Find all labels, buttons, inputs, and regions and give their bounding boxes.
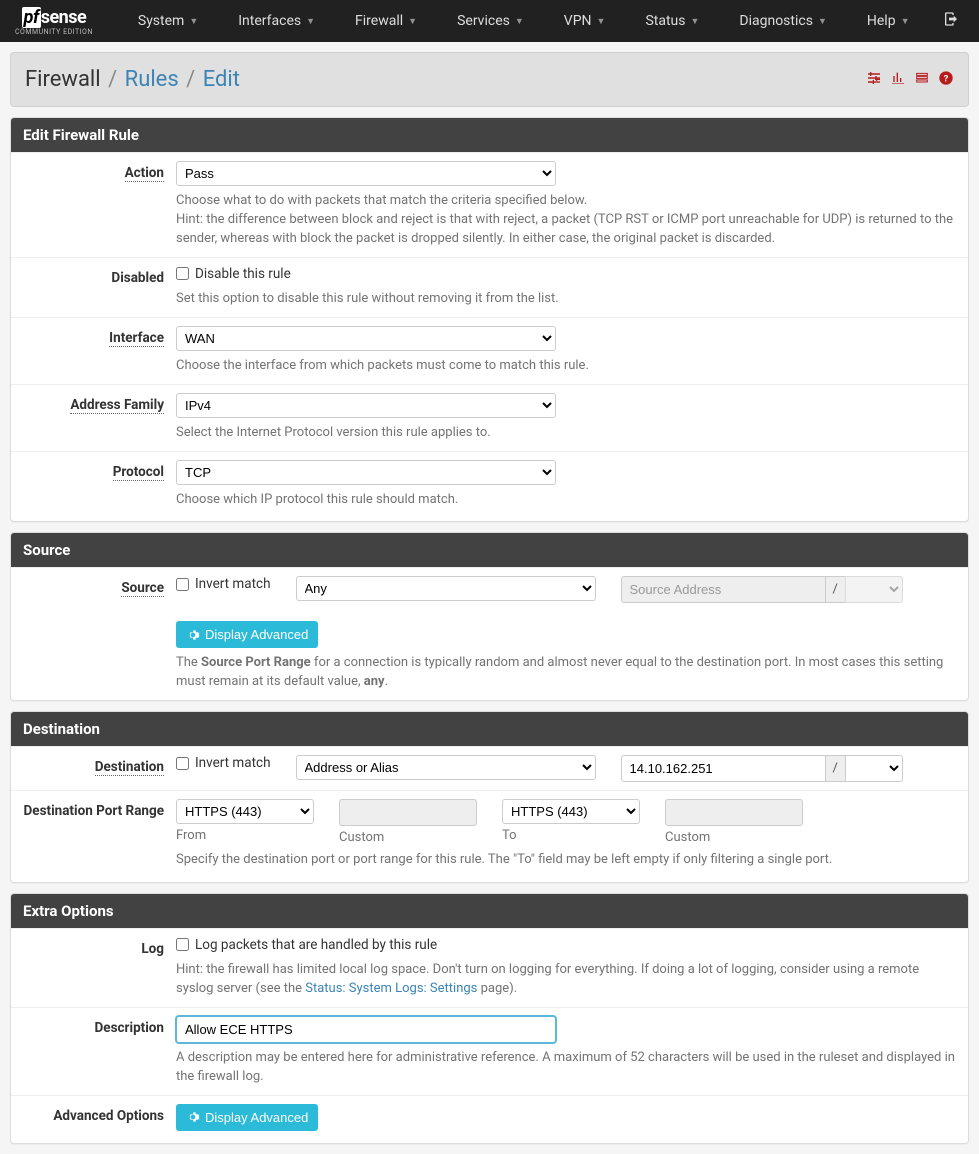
- destination-address-input[interactable]: [621, 755, 826, 782]
- port-to-custom-input[interactable]: [665, 799, 803, 826]
- gear-icon: [186, 628, 200, 642]
- help-dest-port: Specify the destination port or port ran…: [176, 851, 956, 870]
- port-to-select[interactable]: HTTPS (443): [502, 799, 640, 824]
- logout-icon[interactable]: [933, 11, 969, 31]
- interface-select[interactable]: WAN: [176, 326, 556, 351]
- panel-header-edit: Edit Firewall Rule: [11, 118, 968, 152]
- destination-mask-select[interactable]: [845, 755, 903, 782]
- panel-header-destination: Destination: [11, 712, 968, 746]
- nav-status[interactable]: Status▼: [625, 13, 719, 29]
- nav-help[interactable]: Help▼: [847, 13, 930, 29]
- sliders-icon[interactable]: [866, 70, 882, 90]
- port-from-label: From: [176, 828, 314, 843]
- destination-type-select[interactable]: Address or Alias: [296, 755, 596, 780]
- panel-header-extra: Extra Options: [11, 894, 968, 928]
- nav-services[interactable]: Services▼: [437, 13, 544, 29]
- panel-extra-options: Extra Options Log Log packets that are h…: [10, 893, 969, 1144]
- breadcrumb-rules[interactable]: Rules: [125, 67, 179, 92]
- nav-system[interactable]: System▼: [118, 13, 218, 29]
- port-custom-label2: Custom: [665, 830, 803, 845]
- label-protocol: Protocol: [11, 460, 176, 510]
- action-select[interactable]: Pass: [176, 161, 556, 186]
- list-icon[interactable]: [914, 70, 930, 90]
- source-invert-checkbox[interactable]: Invert match: [176, 576, 271, 592]
- destination-invert-checkbox[interactable]: Invert match: [176, 755, 271, 771]
- nav-interfaces[interactable]: Interfaces▼: [218, 13, 335, 29]
- description-input[interactable]: [176, 1016, 556, 1043]
- nav-diagnostics[interactable]: Diagnostics▼: [719, 13, 846, 29]
- help-source: The Source Port Range for a connection i…: [176, 654, 956, 692]
- label-dest-port-range: Destination Port Range: [11, 799, 176, 870]
- port-to-label: To: [502, 828, 640, 843]
- mask-separator: /: [826, 755, 845, 782]
- protocol-select[interactable]: TCP: [176, 460, 556, 485]
- help-log: Hint: the firewall has limited local log…: [176, 961, 956, 999]
- navbar: pfsense COMMUNITY EDITION System▼ Interf…: [0, 0, 979, 42]
- help-action: Choose what to do with packets that matc…: [176, 192, 956, 249]
- label-disabled: Disabled: [11, 266, 176, 309]
- panel-destination: Destination Destination Invert match Add…: [10, 711, 969, 883]
- label-advanced-options: Advanced Options: [11, 1104, 176, 1131]
- brand-logo[interactable]: pfsense COMMUNITY EDITION: [15, 7, 93, 36]
- panel-header-source: Source: [11, 533, 968, 567]
- help-description: A description may be entered here for ad…: [176, 1049, 956, 1087]
- label-description: Description: [11, 1016, 176, 1087]
- label-action: Action: [11, 161, 176, 249]
- source-mask-select[interactable]: [845, 576, 903, 603]
- label-source: Source: [11, 576, 176, 692]
- log-checkbox[interactable]: Log packets that are handled by this rul…: [176, 937, 437, 953]
- address-family-select[interactable]: IPv4: [176, 393, 556, 418]
- help-protocol: Choose which IP protocol this rule shoul…: [176, 491, 956, 510]
- source-address-input[interactable]: [621, 576, 826, 603]
- port-custom-label: Custom: [339, 830, 477, 845]
- source-display-advanced-button[interactable]: Display Advanced: [176, 621, 318, 648]
- mask-separator: /: [826, 576, 845, 603]
- panel-edit-rule: Edit Firewall Rule Action Pass Choose wh…: [10, 117, 969, 522]
- panel-source: Source Source Invert match Any / Display…: [10, 532, 969, 701]
- breadcrumb: Firewall / Rules / Edit: [25, 67, 866, 92]
- help-interface: Choose the interface from which packets …: [176, 357, 956, 376]
- nav-firewall[interactable]: Firewall▼: [335, 13, 437, 29]
- source-type-select[interactable]: Any: [296, 576, 596, 601]
- advanced-options-button[interactable]: Display Advanced: [176, 1104, 318, 1131]
- label-destination: Destination: [11, 755, 176, 782]
- port-from-custom-input[interactable]: [339, 799, 477, 826]
- syslog-settings-link[interactable]: Status: System Logs: Settings: [305, 981, 477, 996]
- help-disabled: Set this option to disable this rule wit…: [176, 290, 956, 309]
- label-log: Log: [11, 937, 176, 999]
- port-from-select[interactable]: HTTPS (443): [176, 799, 314, 824]
- disable-rule-checkbox[interactable]: Disable this rule: [176, 266, 291, 282]
- chart-icon[interactable]: [890, 70, 906, 90]
- help-address-family: Select the Internet Protocol version thi…: [176, 424, 956, 443]
- breadcrumb-edit[interactable]: Edit: [203, 67, 240, 92]
- nav-items: System▼ Interfaces▼ Firewall▼ Services▼ …: [118, 13, 933, 29]
- breadcrumb-firewall[interactable]: Firewall: [25, 67, 101, 92]
- nav-vpn[interactable]: VPN▼: [544, 13, 626, 29]
- help-icon[interactable]: ?: [938, 70, 954, 90]
- label-interface: Interface: [11, 326, 176, 376]
- label-address-family: Address Family: [11, 393, 176, 443]
- gear-icon: [186, 1110, 200, 1124]
- breadcrumb-bar: Firewall / Rules / Edit ?: [10, 52, 969, 107]
- svg-text:?: ?: [944, 73, 949, 84]
